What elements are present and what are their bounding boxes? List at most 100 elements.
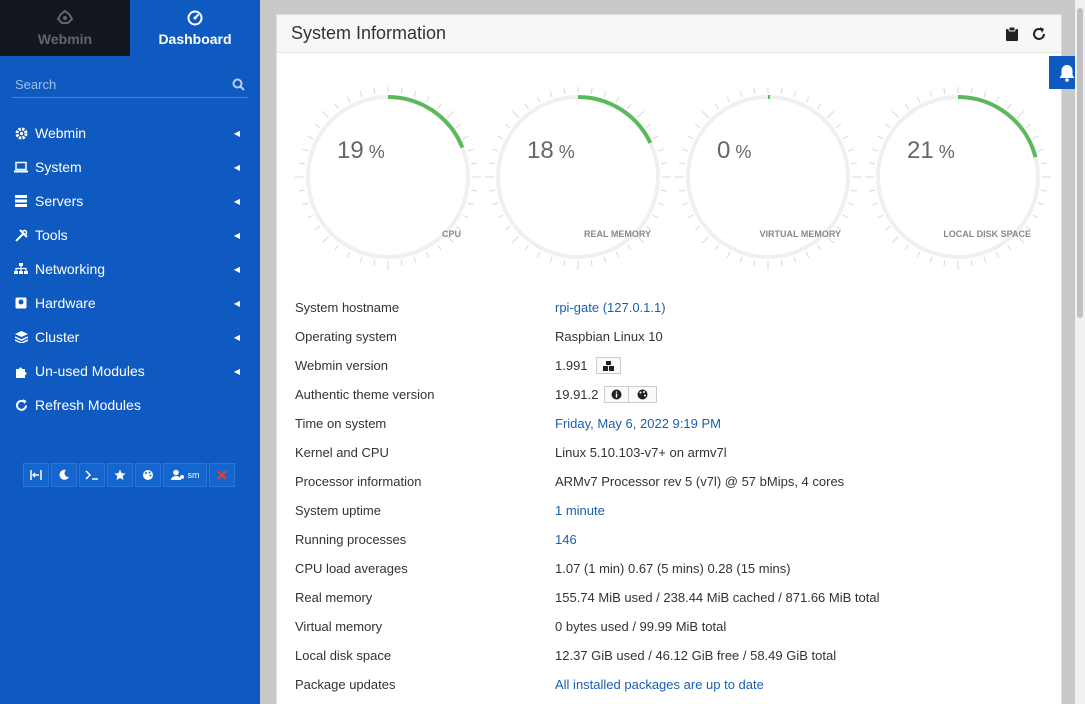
- info-row: Kernel and CPU Linux 5.10.103-v7+ on armv…: [295, 438, 1055, 467]
- info-row: Webmin version 1.991: [295, 351, 1055, 380]
- info-row: Time on system Friday, May 6, 2022 9:19 P…: [295, 409, 1055, 438]
- info-value-text: All installed packages are up to date: [555, 677, 764, 692]
- hdd-icon: [14, 296, 28, 310]
- info-value-text: rpi-gate (127.0.1.1): [555, 300, 666, 315]
- sidebar-item-label: Webmin: [35, 125, 87, 141]
- sidebar-item-cluster[interactable]: Cluster ◀: [0, 320, 260, 354]
- info-row: Running processes 146: [295, 525, 1055, 554]
- scrollbar-thumb[interactable]: [1077, 8, 1083, 318]
- gear-icon: [14, 126, 28, 140]
- gauge-value: 18: [527, 137, 554, 164]
- sidebar-item-label: Hardware: [35, 295, 96, 311]
- info-value-text: ARMv7 Processor rev 5 (v7l) @ 57 bMips, …: [555, 474, 845, 489]
- clipboard-icon[interactable]: [1005, 26, 1019, 42]
- gauge-dial: [295, 87, 481, 270]
- chevron-left-icon: ◀: [233, 366, 240, 376]
- info-key: Processor information: [295, 474, 422, 489]
- logout-button[interactable]: [209, 463, 235, 487]
- theme-settings-button[interactable]: [135, 463, 161, 487]
- bell-icon: [1059, 64, 1075, 82]
- search-icon[interactable]: [232, 78, 245, 91]
- info-value-link[interactable]: rpi-gate (127.0.1.1): [555, 300, 666, 315]
- sidebar-item-refresh-modules[interactable]: Refresh Modules: [0, 388, 260, 422]
- refresh-icon[interactable]: [1031, 26, 1047, 42]
- gauge-local-disk-space: 21 % LOCAL DISK SPACE: [863, 87, 1053, 297]
- sidebar-item-label: Refresh Modules: [35, 397, 141, 413]
- info-row: Operating system Raspbian Linux 10: [295, 322, 1055, 351]
- info-row: Virtual memory 0 bytes used / 99.99 MiB t…: [295, 612, 1055, 641]
- chevron-left-icon: ◀: [233, 230, 240, 240]
- gauge-real-memory: 18 % REAL MEMORY: [483, 87, 673, 297]
- network-icon: [14, 262, 28, 276]
- info-value-link[interactable]: 1 minute: [555, 503, 605, 518]
- main-content: System Information 19 % CPU 18 % REAL ME…: [260, 0, 1085, 704]
- sidebar-item-system[interactable]: System ◀: [0, 150, 260, 184]
- palette-icon: [143, 470, 153, 480]
- sidebar-item-un-used-modules[interactable]: Un-used Modules ◀: [0, 354, 260, 388]
- sidebar-item-hardware[interactable]: Hardware ◀: [0, 286, 260, 320]
- favorites-button[interactable]: [107, 463, 133, 487]
- info-table: System hostname rpi-gate (127.0.1.1) Opera…: [295, 293, 1055, 699]
- info-row: Processor information ARMv7 Processor rev…: [295, 467, 1055, 496]
- panel-actions: [1005, 26, 1047, 42]
- search-placeholder: Search: [15, 77, 57, 92]
- sidebar-item-webmin[interactable]: Webmin ◀: [0, 116, 260, 150]
- theme-info-button[interactable]: [604, 386, 630, 403]
- layers-icon: [14, 330, 28, 344]
- scrollbar[interactable]: [1075, 0, 1085, 704]
- percent-sign: %: [730, 142, 752, 162]
- puzzle-icon: [14, 364, 28, 378]
- info-value-text: 12.37 GiB used / 46.12 GiB free / 58.49 …: [555, 648, 837, 663]
- info-key: Time on system: [295, 416, 387, 431]
- info-key: Real memory: [295, 590, 373, 605]
- info-value-link[interactable]: Friday, May 6, 2022 9:19 PM: [555, 416, 721, 431]
- chevron-left-icon: ◀: [233, 128, 240, 138]
- info-row: CPU load averages 1.07 (1 min) 0.67 (5 mi…: [295, 554, 1055, 583]
- info-value-text: Raspbian Linux 10: [555, 329, 663, 344]
- info-value: 12.37 GiB used / 46.12 GiB free / 58.49 …: [555, 648, 836, 663]
- percent-sign: %: [363, 142, 385, 162]
- dashboard-icon: [187, 10, 203, 25]
- user-label: sm: [187, 470, 200, 480]
- info-value-text: 0 bytes used / 99.99 MiB total: [555, 619, 727, 634]
- info-value: 155.74 MiB used / 238.44 MiB cached / 87…: [555, 590, 879, 605]
- user-gear-icon: [170, 469, 184, 480]
- webmin-modules-button[interactable]: [595, 357, 621, 374]
- sidebar-item-networking[interactable]: Networking ◀: [0, 252, 260, 286]
- info-value: 0 bytes used / 99.99 MiB total: [555, 619, 726, 634]
- tab-dashboard[interactable]: Dashboard: [130, 0, 260, 56]
- gauge-value: 19: [337, 137, 364, 164]
- sidebar-item-tools[interactable]: Tools ◀: [0, 218, 260, 252]
- gauge-arc: [957, 95, 1038, 158]
- info-key: System uptime: [295, 503, 381, 518]
- tab-dashboard-label: Dashboard: [158, 30, 232, 47]
- gauge-virtual-memory: 0 % VIRTUAL MEMORY: [673, 87, 863, 297]
- gauge-value: 21: [907, 137, 934, 164]
- theme-buttons: [604, 386, 658, 403]
- info-value-text: 1.991: [555, 358, 588, 373]
- collapse-button[interactable]: [23, 463, 49, 487]
- user-button[interactable]: sm: [163, 463, 207, 487]
- terminal-button[interactable]: [79, 463, 105, 487]
- search-input[interactable]: Search: [12, 72, 248, 98]
- gauge-dial: [485, 87, 671, 270]
- info-value: Raspbian Linux 10: [555, 329, 663, 344]
- sidebar-item-servers[interactable]: Servers ◀: [0, 184, 260, 218]
- palette-icon: [637, 389, 648, 400]
- info-row: System hostname rpi-gate (127.0.1.1): [295, 293, 1055, 322]
- chevron-left-icon: ◀: [233, 196, 240, 206]
- info-value-link[interactable]: 146: [555, 532, 577, 547]
- chevron-left-icon: ◀: [233, 264, 240, 274]
- sidebar-menu: Webmin ◀ System ◀ Servers ◀ Tools ◀ Networking ◀ H…: [0, 116, 260, 422]
- theme-settings-button[interactable]: [629, 386, 658, 403]
- info-value-link[interactable]: All installed packages are up to date: [555, 677, 764, 692]
- server-icon: [14, 194, 28, 208]
- gauge-dial: [865, 87, 1051, 270]
- gauge-label: VIRTUAL MEMORY: [759, 229, 841, 239]
- gauge-label: REAL MEMORY: [583, 229, 651, 239]
- chevron-left-icon: ◀: [233, 298, 240, 308]
- info-row: System uptime 1 minute: [295, 496, 1055, 525]
- tab-webmin[interactable]: Webmin: [0, 0, 130, 56]
- night-mode-button[interactable]: [51, 463, 77, 487]
- info-value-text: 1 minute: [555, 503, 605, 518]
